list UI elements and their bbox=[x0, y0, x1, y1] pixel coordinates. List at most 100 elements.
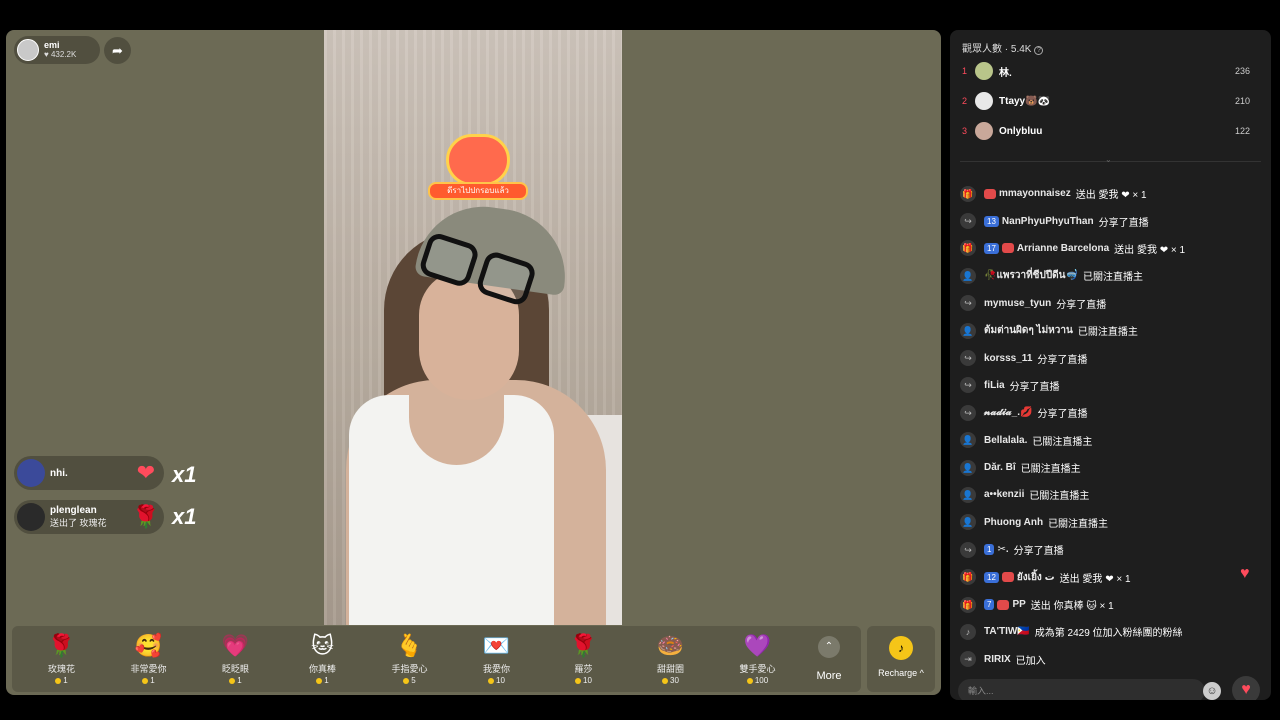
chat-username[interactable]: NanPhyuPhyuThan bbox=[1002, 216, 1094, 227]
heart-icon: 💗 bbox=[221, 633, 250, 658]
heart-icon bbox=[446, 134, 510, 186]
viewer-label: 觀眾人數 bbox=[962, 44, 1002, 55]
chat-username[interactable]: PP bbox=[1012, 599, 1025, 610]
chat-action: 送出 愛我 ❤ × 1 bbox=[1075, 190, 1147, 202]
like-button[interactable]: ♥ bbox=[1232, 676, 1260, 700]
coin-icon bbox=[746, 677, 753, 684]
gift-name: 手指愛心 bbox=[391, 664, 428, 674]
chat-input[interactable]: 輸入... bbox=[958, 679, 1205, 700]
hand-heart-icon: 💜 bbox=[743, 633, 772, 658]
gift-price: 10 bbox=[583, 676, 592, 685]
chat-username[interactable]: mymuse_tyun bbox=[984, 298, 1051, 309]
gift-item[interactable]: 🍩 甜甜圈 30 bbox=[627, 626, 714, 692]
chat-message: 🎁 7 PP 送出 你真棒 🐱 × 1 bbox=[960, 591, 1260, 618]
ranking-row[interactable]: 3 Onlybluu 122 bbox=[962, 120, 1250, 142]
gift-item[interactable]: 💗 眨眨眼 1 bbox=[192, 626, 279, 692]
chat-action: 已關注直播主 bbox=[1082, 272, 1143, 284]
chat-username[interactable]: ยังเยิ้ง ت bbox=[1017, 570, 1055, 585]
chat-username[interactable]: RIRIX bbox=[984, 654, 1011, 665]
chat-username[interactable]: 𝓷𝓪𝓭𝓲𝓪_.💋 bbox=[984, 407, 1032, 418]
chat-message: ↪ korsss_11 分享了直播 bbox=[960, 344, 1260, 371]
gift-item[interactable]: 🌹 玫瑰花 1 bbox=[18, 626, 105, 692]
message-type-icon: 👤 bbox=[960, 514, 976, 531]
heart-sticker: ดีราไปปกรอบแล้ว bbox=[428, 134, 528, 200]
gift-name: 你真棒 bbox=[308, 664, 336, 674]
message-type-icon: ↪ bbox=[960, 350, 976, 367]
level-badge: 17 bbox=[984, 242, 999, 254]
chat-action: 已關注直播主 bbox=[1048, 518, 1109, 530]
avatar bbox=[975, 62, 993, 80]
chat-username[interactable]: ต้มต่านผิดๆ ไม่หวาน bbox=[984, 323, 1073, 338]
chat-message: ↪ 𝓷𝓪𝓭𝓲𝓪_.💋 分享了直播 bbox=[960, 399, 1260, 426]
fan-club-badge bbox=[984, 188, 996, 199]
chat-username[interactable]: korsss_11 bbox=[984, 353, 1032, 364]
recharge-label: Recharge ^ bbox=[878, 668, 924, 678]
message-type-icon: 👤 bbox=[960, 486, 976, 503]
share-button[interactable]: ➦ bbox=[104, 37, 131, 64]
tiktok-coin-icon: ♪ bbox=[889, 636, 913, 660]
chat-message: 🎁 mmayonnaisez 送出 愛我 ❤ × 1 bbox=[960, 180, 1260, 207]
chat-action: 已加入 bbox=[1015, 655, 1046, 667]
sticker-label: ดีราไปปกรอบแล้ว bbox=[428, 182, 528, 200]
gift-sender-name: plenglean bbox=[50, 505, 97, 516]
host-pill[interactable]: emi ♥ 432.2K bbox=[14, 36, 100, 64]
chat-action: 分享了直播 bbox=[1013, 546, 1064, 558]
gift-item[interactable]: 🐱 你真棒 1 bbox=[279, 626, 366, 692]
level-badge: 13 bbox=[984, 215, 999, 227]
ranking-row[interactable]: 2 Ttayy🐻🐼 210 bbox=[962, 90, 1250, 112]
coin-icon bbox=[662, 677, 669, 684]
rank-value: 122 bbox=[1234, 126, 1250, 136]
live-video[interactable]: ดีราไปปกรอบแล้ว bbox=[324, 30, 622, 625]
message-type-icon: ↪ bbox=[960, 377, 976, 394]
gift-item[interactable]: 💌 我愛你 10 bbox=[453, 626, 540, 692]
rank-value: 210 bbox=[1234, 96, 1250, 106]
chat-action: 分享了直播 bbox=[1009, 381, 1060, 393]
message-type-icon: ↪ bbox=[960, 295, 976, 312]
help-icon[interactable]: ? bbox=[1034, 46, 1044, 55]
message-type-icon: 👤 bbox=[960, 322, 976, 339]
message-type-icon: 👤 bbox=[960, 459, 976, 476]
chat-username[interactable]: Phuong Anh bbox=[984, 517, 1043, 528]
message-type-icon: 🎁 bbox=[960, 596, 976, 613]
chat-username[interactable]: TA'TIW🇵🇭 bbox=[984, 626, 1030, 637]
recharge-button[interactable]: ♪ Recharge ^ bbox=[867, 626, 935, 692]
gift-item[interactable]: 🫰 手指愛心 5 bbox=[366, 626, 453, 692]
chat-message: ↪ 1 ✂. 分享了直播 bbox=[960, 536, 1260, 563]
avatar bbox=[17, 459, 45, 487]
gift-price: 1 bbox=[63, 676, 68, 685]
gift-item[interactable]: 🥰 非常愛你 1 bbox=[105, 626, 192, 692]
rank-number: 2 bbox=[962, 96, 968, 106]
host-avatar[interactable] bbox=[17, 39, 39, 61]
message-type-icon: 👤 bbox=[960, 432, 976, 449]
chat-action: 分享了直播 bbox=[1098, 217, 1149, 229]
finger-heart-icon: 🫰 bbox=[395, 633, 424, 658]
viewer-count[interactable]: 觀眾人數 · 5.4K? bbox=[962, 40, 1044, 55]
message-type-icon: 👤 bbox=[960, 267, 976, 284]
heart-gift-icon: ❤ bbox=[136, 460, 156, 485]
host-likes: ♥ 432.2K bbox=[44, 50, 77, 59]
more-label: More bbox=[816, 670, 842, 682]
chat-username[interactable]: Bellalala. bbox=[984, 435, 1027, 446]
chat-message: 👤 Bellalala. 已關注直播主 bbox=[960, 427, 1260, 454]
share-icon: ➦ bbox=[112, 42, 123, 58]
chat-username[interactable]: fiLia bbox=[984, 380, 1005, 391]
chat-username[interactable]: mmayonnaisez bbox=[999, 188, 1071, 199]
chat-username[interactable]: ✂. bbox=[997, 544, 1008, 555]
gift-item[interactable]: 🌹 羅莎 10 bbox=[540, 626, 627, 692]
rank-number: 3 bbox=[962, 126, 968, 136]
gift-item[interactable]: 💜 雙手愛心 100 bbox=[714, 626, 801, 692]
chat-username[interactable]: 🥀แพรวาที่ชีปปีดีน🤿 bbox=[984, 268, 1078, 283]
chat-panel: 觀眾人數 · 5.4K? 1 林. 236 2 Ttayy🐻🐼 210 3 On… bbox=[950, 30, 1271, 700]
chevron-up-icon: ⌃ bbox=[818, 636, 840, 658]
ranking-row[interactable]: 1 林. 236 bbox=[962, 60, 1250, 82]
gift-notification: nhi. ❤ bbox=[14, 456, 164, 490]
chevron-down-icon[interactable]: ⌄ bbox=[1105, 155, 1112, 164]
chat-username[interactable]: Arrianne Barcelona bbox=[1017, 243, 1109, 254]
chat-username[interactable]: a••kenzii bbox=[984, 489, 1024, 500]
emoji-icon[interactable]: ☺ bbox=[1203, 682, 1221, 700]
rose-gift-icon: 🌹 bbox=[132, 504, 160, 529]
more-gifts-button[interactable]: ⌃ More bbox=[801, 626, 857, 692]
gift-sender-name: nhi. bbox=[50, 467, 68, 479]
chat-username[interactable]: Dăr. Bî bbox=[984, 462, 1016, 473]
message-type-icon: ⇥ bbox=[960, 651, 976, 668]
